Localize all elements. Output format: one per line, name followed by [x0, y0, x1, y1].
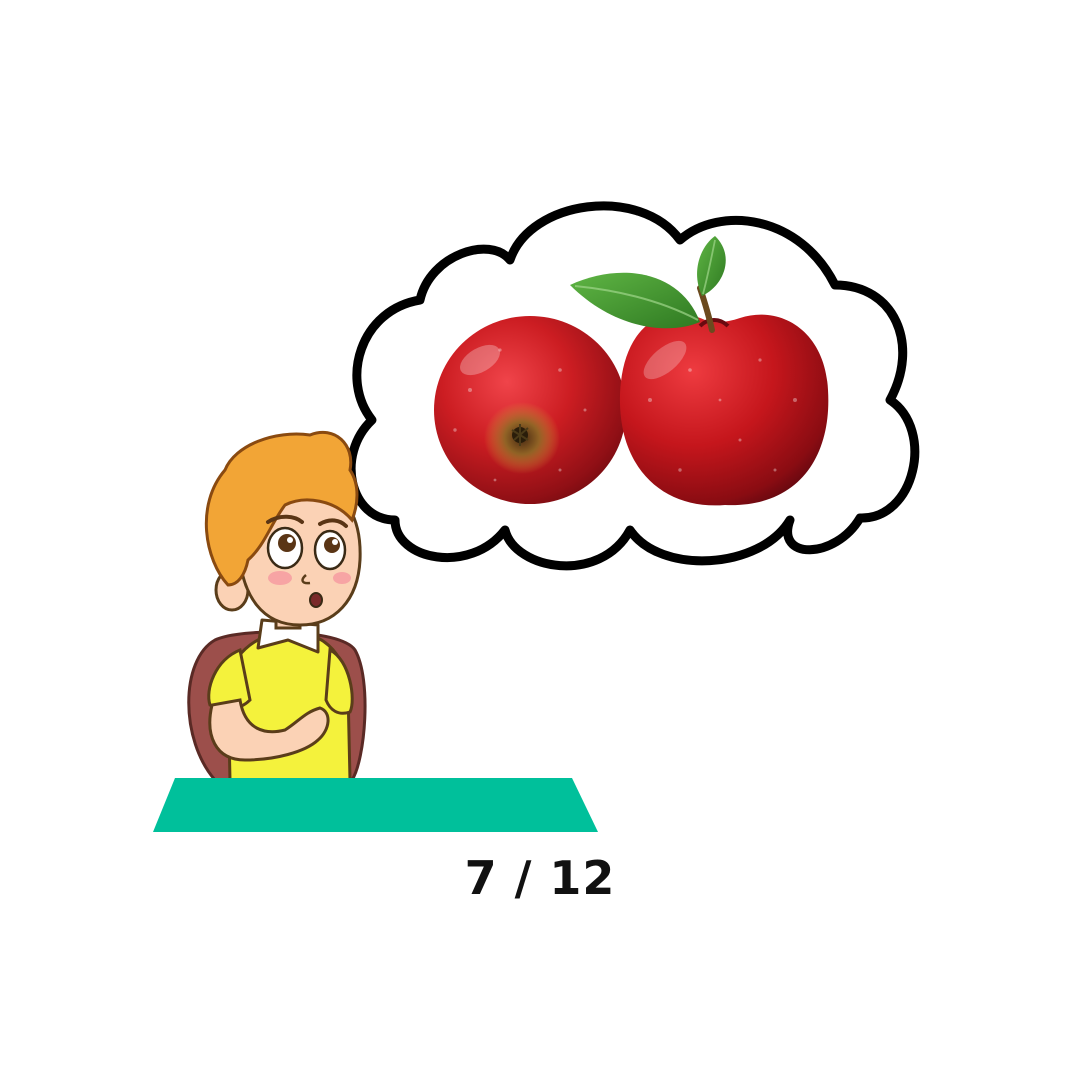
- boy-mouth: [309, 592, 323, 608]
- boy-character: [187, 431, 367, 782]
- apple-left: [434, 316, 626, 504]
- page-counter: 7 / 12: [464, 851, 616, 905]
- illustration-scene: [153, 201, 920, 832]
- desk: [153, 778, 598, 832]
